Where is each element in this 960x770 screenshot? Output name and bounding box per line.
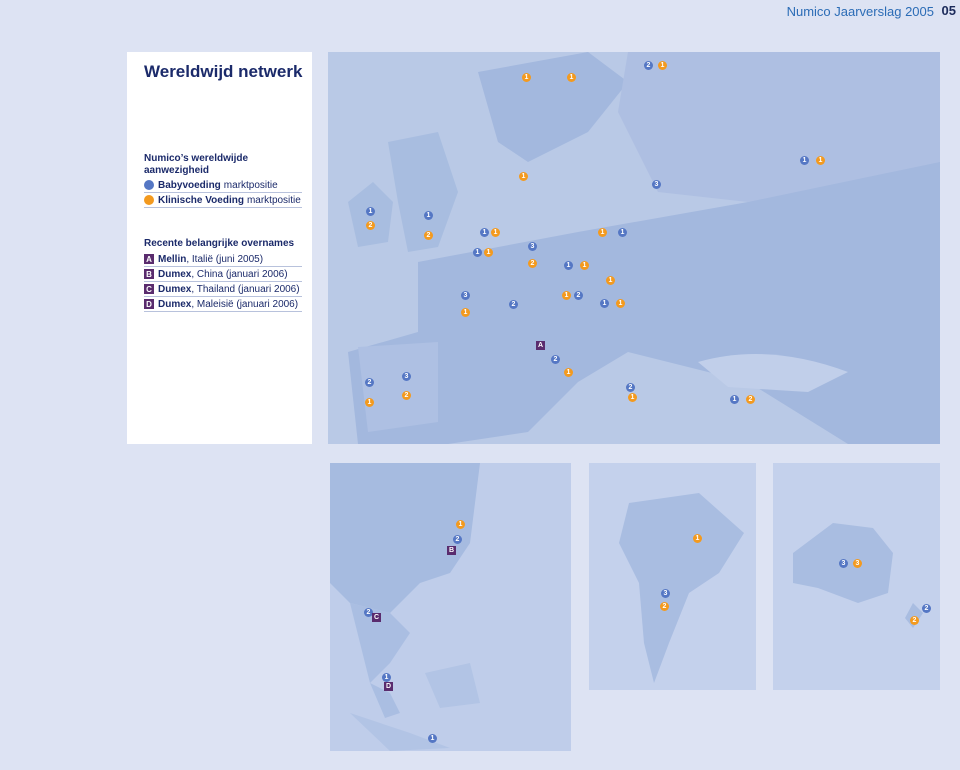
australia-land [793, 523, 923, 628]
asia-map [330, 463, 571, 751]
baby-food-position-marker: 3 [402, 372, 411, 381]
baby-food-position-marker: 3 [652, 180, 661, 189]
baby-food-position-marker: 3 [661, 589, 670, 598]
baby-food-position-marker: 2 [551, 355, 560, 364]
page-header: Numico Jaarverslag 2005 05 [0, 0, 960, 22]
acquisition-c-marker: C [372, 613, 381, 622]
baby-food-position-marker: 1 [366, 207, 375, 216]
acquisitions-heading: Recente belangrijke overnames [144, 238, 295, 249]
clinical-nutrition-position-marker: 1 [461, 308, 470, 317]
clinical-nutrition-position-marker: 1 [484, 248, 493, 257]
clinical-nutrition-position-marker: 1 [456, 520, 465, 529]
baby-food-position-marker: 1 [800, 156, 809, 165]
clinical-nutrition-position-marker: 1 [365, 398, 374, 407]
clinical-nutrition-position-marker: 1 [519, 172, 528, 181]
baby-food-position-marker: 2 [365, 378, 374, 387]
clinical-nutrition-position-marker: 1 [598, 228, 607, 237]
clinical-nutrition-position-marker: 1 [616, 299, 625, 308]
clinical-nutrition-position-marker: 2 [660, 602, 669, 611]
acquisition-item: A Mellin, Italië (juni 2005) [144, 252, 302, 267]
acq-bold: Dumex [158, 283, 192, 295]
legend-bold: Klinische Voeding [158, 194, 244, 206]
baby-food-position-marker: 1 [473, 248, 482, 257]
baby-food-position-marker: 2 [509, 300, 518, 309]
acq-text: , Maleisië (januari 2006) [191, 298, 299, 310]
south-america-land [619, 493, 744, 683]
panel-subtitle: Numico’s wereldwijde aanwezigheid [144, 153, 249, 176]
baby-food-position-marker: 2 [574, 291, 583, 300]
baby-food-position-marker: 3 [461, 291, 470, 300]
legend-bold: Babyvoeding [158, 179, 221, 191]
page-number: 05 [941, 3, 956, 18]
report-title: Numico Jaarverslag 2005 [786, 4, 934, 19]
letter-b-icon: B [144, 269, 154, 279]
clinical-nutrition-position-marker: 1 [580, 261, 589, 270]
baby-food-position-marker: 1 [382, 673, 391, 682]
baby-food-position-marker: 2 [626, 383, 635, 392]
legend-panel: Wereldwijd netwerk Numico’s wereldwijde … [127, 52, 312, 444]
acquisition-item: B Dumex, China (januari 2006) [144, 267, 302, 282]
acq-text: , Italië (juni 2005) [186, 253, 264, 265]
baby-food-position-marker: 1 [480, 228, 489, 237]
legend-item-baby: Babyvoeding marktpositie [144, 178, 302, 193]
clinical-nutrition-position-marker: 1 [693, 534, 702, 543]
letter-c-icon: C [144, 284, 154, 294]
clinical-nutrition-position-marker: 2 [402, 391, 411, 400]
acq-bold: Dumex [158, 268, 192, 280]
baby-food-position-marker: 1 [428, 734, 437, 743]
acquisition-d-marker: D [384, 682, 393, 691]
asia-land [330, 463, 480, 751]
clinical-nutrition-position-marker: 2 [528, 259, 537, 268]
clinical-nutrition-position-marker: 1 [567, 73, 576, 82]
legend-text: marktpositie [223, 179, 278, 191]
panel-title: Wereldwijd netwerk [144, 62, 303, 81]
letter-a-icon: A [144, 254, 154, 264]
baby-food-position-marker: 1 [424, 211, 433, 220]
baby-food-position-marker: 2 [644, 61, 653, 70]
clinical-nutrition-position-marker: 2 [424, 231, 433, 240]
legend-item-clinical: Klinische Voeding marktpositie [144, 193, 302, 208]
acq-bold: Dumex [158, 298, 192, 310]
baby-food-position-marker: 3 [528, 242, 537, 251]
clinical-nutrition-position-marker: 1 [658, 61, 667, 70]
clinical-nutrition-position-marker: 2 [746, 395, 755, 404]
orange-dot-icon [144, 195, 154, 205]
clinical-nutrition-position-marker: 2 [910, 616, 919, 625]
clinical-nutrition-position-marker: 1 [628, 393, 637, 402]
clinical-nutrition-position-marker: 3 [853, 559, 862, 568]
blue-dot-icon [144, 180, 154, 190]
clinical-nutrition-position-marker: 1 [606, 276, 615, 285]
baby-food-position-marker: 2 [922, 604, 931, 613]
letter-d-icon: D [144, 299, 154, 309]
acquisition-b-marker: B [447, 546, 456, 555]
clinical-nutrition-position-marker: 1 [491, 228, 500, 237]
baby-food-position-marker: 3 [839, 559, 848, 568]
baby-food-position-marker: 2 [453, 535, 462, 544]
acquisition-a-marker: A [536, 341, 545, 350]
acq-bold: Mellin [158, 253, 187, 265]
south-america-map [589, 463, 756, 690]
clinical-nutrition-position-marker: 2 [366, 221, 375, 230]
baby-food-position-marker: 1 [600, 299, 609, 308]
acq-text: , Thailand (januari 2006) [191, 283, 300, 295]
australia-map [773, 463, 940, 690]
acquisition-item: C Dumex, Thailand (januari 2006) [144, 282, 302, 297]
baby-food-position-marker: 1 [564, 261, 573, 270]
clinical-nutrition-position-marker: 1 [522, 73, 531, 82]
acq-text: , China (januari 2006) [191, 268, 288, 280]
clinical-nutrition-position-marker: 1 [564, 368, 573, 377]
clinical-nutrition-position-marker: 1 [816, 156, 825, 165]
legend-text: marktpositie [246, 194, 301, 206]
baby-food-position-marker: 1 [618, 228, 627, 237]
baby-food-position-marker: 1 [730, 395, 739, 404]
clinical-nutrition-position-marker: 1 [562, 291, 571, 300]
acquisition-item: D Dumex, Maleisië (januari 2006) [144, 297, 302, 312]
